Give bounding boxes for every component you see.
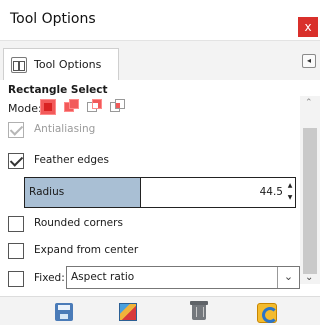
titlebar: Tool Options x — [0, 0, 320, 40]
subtract-mode-icon[interactable] — [87, 99, 103, 115]
replace-mode-icon[interactable] — [40, 99, 56, 115]
radius-label: Radius — [29, 186, 65, 198]
restore-options-icon[interactable] — [119, 303, 137, 321]
chevron-down-icon[interactable]: ⌄ — [277, 267, 299, 288]
close-button[interactable]: x — [298, 17, 318, 37]
checkbox-box — [8, 122, 24, 138]
mode-label: Mode: — [8, 102, 42, 115]
checkbox-label: Expand from center — [34, 244, 139, 256]
tool-options-icon — [11, 57, 27, 73]
tool-options-panel: Rectangle Select Mode: Antialiasing Feat… — [0, 80, 320, 296]
checkbox-box — [8, 271, 24, 287]
delete-options-icon[interactable] — [190, 301, 208, 320]
radius-spinbutton[interactable]: Radius 44.5 ▲ ▼ — [24, 177, 296, 208]
tab-tool-options[interactable]: Tool Options — [3, 48, 119, 81]
scroll-down-icon[interactable]: ⌄ — [305, 272, 313, 283]
save-options-icon[interactable] — [55, 303, 73, 321]
fixed-select-value: Aspect ratio — [71, 271, 135, 283]
scrollbar-thumb[interactable] — [303, 128, 317, 274]
checkbox-label: Antialiasing — [34, 123, 96, 135]
checkbox-label: Feather edges — [34, 154, 109, 166]
radius-spin-icon[interactable]: ▲ ▼ — [286, 180, 294, 205]
window-title: Tool Options — [10, 11, 96, 27]
checkbox-label: Fixed: — [34, 272, 65, 284]
add-mode-icon[interactable] — [64, 99, 80, 115]
panel-scrollbar[interactable]: ⌃ ⌄ — [300, 96, 320, 284]
checkbox-box — [8, 153, 24, 169]
bottom-toolbar — [0, 296, 320, 325]
intersect-mode-icon[interactable] — [110, 99, 126, 115]
section-title: Rectangle Select — [8, 84, 108, 96]
tab-label: Tool Options — [34, 58, 102, 71]
tabstrip: Tool Options ◂ — [0, 40, 320, 81]
tab-menu-button[interactable]: ◂ — [302, 54, 316, 68]
reset-options-icon[interactable] — [257, 303, 278, 323]
checkbox-box — [8, 216, 24, 232]
checkbox-label: Rounded corners — [34, 217, 123, 229]
fixed-select[interactable]: Aspect ratio ⌄ — [66, 266, 300, 289]
checkbox-box — [8, 243, 24, 259]
radius-value: 44.5 — [259, 186, 283, 198]
scroll-up-icon[interactable]: ⌃ — [305, 98, 313, 108]
